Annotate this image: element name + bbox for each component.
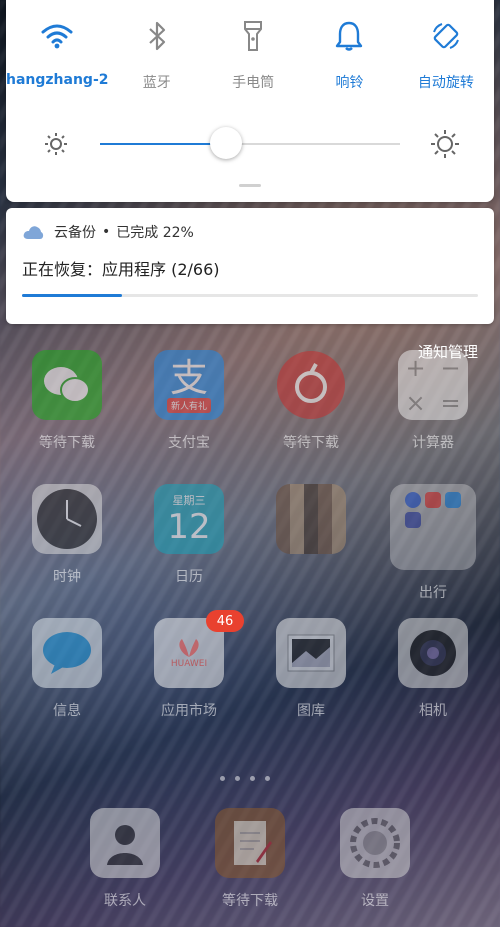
app-clock[interactable]: 时钟 [22, 484, 112, 586]
wechat-icon [32, 350, 102, 420]
notification-app-name: 云备份 [54, 225, 96, 241]
app-alipay[interactable]: 支 新人有礼 支付宝 [144, 350, 234, 452]
auto-rotate-icon [428, 18, 464, 54]
calendar-weekday: 星期三 [172, 494, 206, 507]
cloud-icon [22, 224, 44, 240]
calendar-icon: 星期三 12 [154, 484, 224, 554]
notification-manage-link[interactable]: 通知管理 [418, 341, 478, 362]
tile-bluetooth[interactable]: 蓝牙 [109, 18, 205, 98]
restore-progress-bar [22, 294, 478, 297]
app-label: 等待下载 [222, 893, 278, 909]
folder-icon [390, 484, 476, 570]
quick-settings-panel: hangzhang-2 蓝牙 手电筒 响铃 自动旋转 [6, 0, 494, 202]
brightness-control [6, 124, 494, 164]
tile-label: 自动旋转 [417, 75, 474, 91]
brightness-slider-fill [100, 143, 226, 145]
alipay-promo-tag: 新人有礼 [166, 397, 211, 413]
tile-label: 响铃 [335, 75, 364, 91]
page-indicator [220, 776, 270, 781]
flashlight-icon [235, 18, 271, 54]
notification-separator: • [102, 224, 111, 240]
huawei-wordmark: HUAWEI [170, 659, 208, 669]
app-label: 设置 [361, 893, 389, 909]
app-contacts[interactable]: 联系人 [80, 808, 170, 910]
app-label: 时钟 [53, 569, 81, 585]
notification-message: 正在恢复：应用程序 (2/66) [22, 260, 220, 279]
settings-icon [340, 808, 410, 878]
notification-status: 已完成 22% [116, 225, 194, 241]
wifi-icon [39, 18, 75, 54]
bell-icon [331, 18, 367, 54]
calendar-day: 12 [167, 507, 211, 547]
app-folder-travel[interactable]: 出行 [388, 484, 478, 602]
app-settings[interactable]: 设置 [330, 808, 420, 910]
app-label: 相机 [419, 703, 447, 719]
app-label: 等待下载 [39, 435, 95, 451]
app-label: 支付宝 [168, 435, 210, 451]
tile-label: 手电筒 [232, 75, 275, 91]
app-label: 日历 [175, 569, 203, 585]
app-label: 联系人 [104, 893, 146, 909]
tile-label: hangzhang-2 [6, 72, 109, 88]
tile-wifi[interactable]: hangzhang-2 [6, 18, 109, 98]
app-label: 计算器 [412, 435, 454, 451]
contacts-icon [90, 808, 160, 878]
app-messages[interactable]: 信息 [22, 618, 112, 720]
app-notes[interactable]: 等待下载 [205, 808, 295, 910]
tile-label: 蓝牙 [142, 75, 171, 91]
clock-icon [32, 484, 102, 554]
gallery-icon [276, 618, 346, 688]
app-label: 图库 [297, 703, 325, 719]
camera-icon [398, 618, 468, 688]
panel-drag-handle[interactable] [239, 184, 261, 187]
tile-auto-rotate[interactable]: 自动旋转 [398, 18, 494, 98]
quick-settings-tiles: hangzhang-2 蓝牙 手电筒 响铃 自动旋转 [6, 18, 494, 98]
backup-notification[interactable]: 云备份 • 已完成 22% 正在恢复：应用程序 (2/66) [6, 208, 494, 324]
blurred-app-icon [276, 484, 346, 554]
app-label: 应用市场 [161, 703, 217, 719]
tile-flashlight[interactable]: 手电筒 [205, 18, 301, 98]
app-calculator[interactable]: + − × = 计算器 [388, 350, 478, 452]
app-wechat[interactable]: 等待下载 [22, 350, 112, 452]
app-label: 等待下载 [283, 435, 339, 451]
app-calendar[interactable]: 星期三 12 日历 [144, 484, 234, 586]
brightness-slider-thumb[interactable] [210, 127, 242, 159]
app-gallery[interactable]: 图库 [266, 618, 356, 720]
bluetooth-icon [139, 18, 175, 54]
app-label: 出行 [419, 585, 447, 601]
app-blurred[interactable] [266, 484, 356, 566]
netease-music-icon [276, 350, 346, 420]
brightness-slider[interactable] [100, 127, 400, 159]
app-camera[interactable]: 相机 [388, 618, 478, 720]
app-label: 信息 [53, 703, 81, 719]
notes-icon [215, 808, 285, 878]
tile-ring[interactable]: 响铃 [301, 18, 397, 98]
alipay-icon: 支 新人有礼 [154, 350, 224, 420]
notification-header: 云备份 • 已完成 22% [22, 222, 194, 242]
brightness-low-icon [42, 130, 70, 158]
messages-icon [32, 618, 102, 688]
app-appgallery[interactable]: HUAWEI 46 应用市场 [144, 610, 244, 720]
update-count-badge: 46 [206, 610, 244, 632]
restore-progress-fill [22, 294, 123, 297]
app-netease-music[interactable]: 等待下载 [266, 350, 356, 452]
brightness-high-icon [430, 129, 460, 159]
